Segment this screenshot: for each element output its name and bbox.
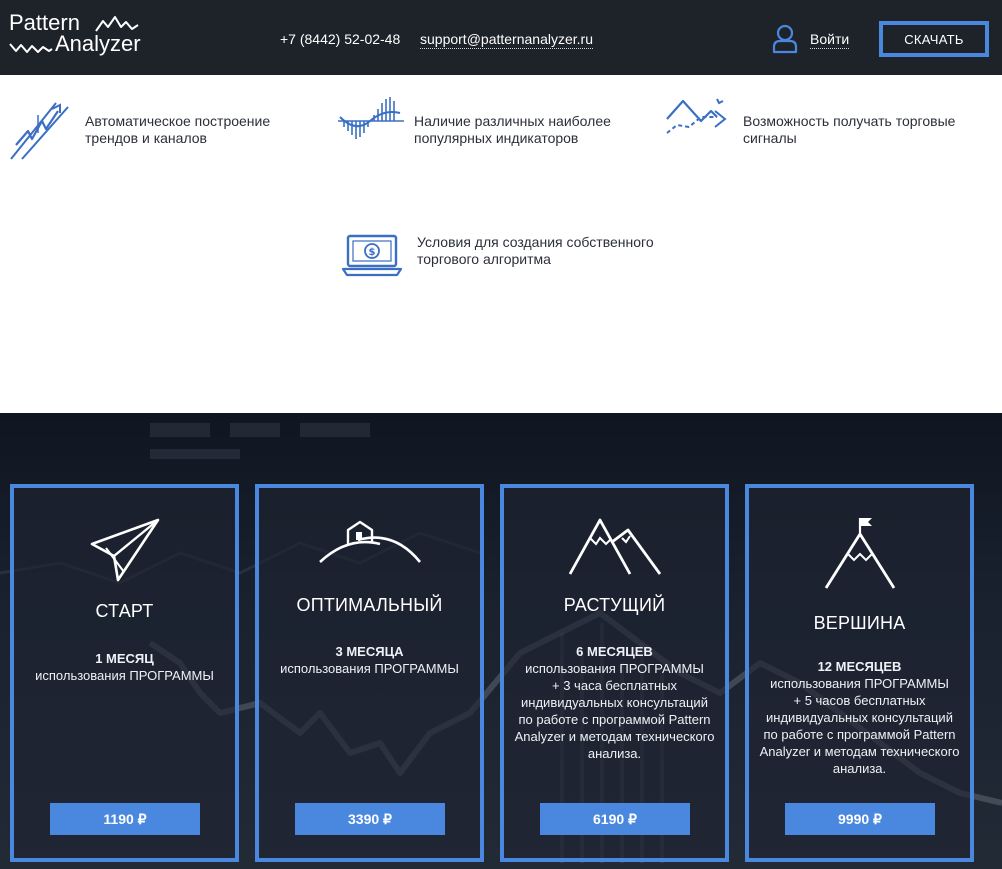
plan-title: СТАРТ: [95, 601, 154, 621]
plan-description-line: анализа.: [832, 761, 887, 776]
plan-card-growing: РАСТУЩИЙ 6 МЕСЯЦЕВ использования ПРОГРАМ…: [500, 484, 729, 862]
price-button[interactable]: 6190 ₽: [540, 803, 690, 835]
price-button[interactable]: 9990 ₽: [785, 803, 935, 835]
trend-channel-icon: [10, 102, 69, 160]
logo-text-analyzer: Analyzer: [55, 31, 141, 56]
pricing-section: СТАРТ 1 МЕСЯЦ использования ПРОГРАММЫ 11…: [0, 413, 1002, 869]
indicators-icon: [338, 97, 404, 139]
plan-card-start: СТАРТ 1 МЕСЯЦ использования ПРОГРАММЫ 11…: [10, 484, 239, 862]
plan-card-optimal: ОПТИМАЛЬНЫЙ 3 МЕСЯЦА использования ПРОГР…: [255, 484, 484, 862]
plan-card-summit: ВЕРШИНА 12 МЕСЯЦЕВ использования ПРОГРАМ…: [745, 484, 974, 862]
plan-duration: 12 МЕСЯЦЕВ: [817, 659, 902, 674]
plan-description-line: Analyzer и методам технического: [759, 744, 960, 759]
site-header: Pattern Analyzer +7 (8442) 52-02-48 supp…: [0, 0, 1002, 75]
feature-text-line: Условия для создания собственного: [417, 234, 654, 250]
plan-description: 1 МЕСЯЦ использования ПРОГРАММЫ: [22, 650, 227, 684]
download-button[interactable]: СКАЧАТЬ: [879, 21, 989, 57]
plan-description: 6 МЕСЯЦЕВ использования ПРОГРАММЫ + 3 ча…: [512, 643, 717, 762]
plan-description-line: + 5 часов бесплатных: [793, 693, 926, 708]
paper-plane-icon: [90, 518, 159, 582]
plan-description-line: индивидуальных консультаций: [521, 695, 708, 710]
plan-duration: 1 МЕСЯЦ: [95, 651, 154, 666]
feature-text-line: торгового алгоритма: [417, 251, 551, 267]
plan-description-line: Analyzer и методам технического: [514, 729, 715, 744]
plan-description-line: использования ПРОГРАММЫ: [35, 668, 214, 683]
plan-description-line: индивидуальных консультаций: [766, 710, 953, 725]
summit-flag-icon: [824, 518, 895, 589]
login-link[interactable]: Войти: [810, 30, 850, 49]
plan-duration: 3 МЕСЯЦА: [335, 644, 404, 659]
plan-duration: 6 МЕСЯЦЕВ: [576, 644, 653, 659]
plan-description-line: использования ПРОГРАММЫ: [770, 676, 949, 691]
plan-description-line: использования ПРОГРАММЫ: [280, 661, 459, 676]
plan-description-line: использования ПРОГРАММЫ: [525, 661, 704, 676]
plan-title: ОПТИМАЛЬНЫЙ: [296, 595, 443, 615]
feature-text-line: трендов и каналов: [85, 130, 207, 146]
user-icon[interactable]: [772, 24, 798, 54]
feature-text-line: сигналы: [743, 130, 797, 146]
plan-description-line: + 3 часа бесплатных: [552, 678, 677, 693]
svg-text:$: $: [369, 247, 376, 258]
feature-text-line: Возможность получать торговые: [743, 113, 956, 129]
price-button[interactable]: 1190 ₽: [50, 803, 200, 835]
mountains-icon: [568, 518, 661, 575]
feature-text-line: Наличие различных наиболее: [414, 113, 611, 129]
laptop-dollar-icon: $: [341, 234, 403, 277]
phone-number[interactable]: +7 (8442) 52-02-48: [280, 30, 400, 48]
plan-description: 3 МЕСЯЦА использования ПРОГРАММЫ: [267, 643, 472, 677]
plan-description: 12 МЕСЯЦЕВ использования ПРОГРАММЫ + 5 ч…: [757, 658, 962, 777]
feature-text-line: популярных индикаторов: [414, 130, 579, 146]
logo-wave-icon: [9, 43, 53, 53]
signals-icon: [666, 98, 727, 134]
house-on-hill-icon: [318, 520, 421, 563]
plan-description-line: по работе с программой Pattern: [763, 727, 956, 742]
plan-description-line: анализа.: [587, 746, 642, 761]
price-button[interactable]: 3390 ₽: [295, 803, 445, 835]
plan-description-line: по работе с программой Pattern: [518, 712, 711, 727]
plan-title: РАСТУЩИЙ: [563, 595, 666, 615]
plan-title: ВЕРШИНА: [813, 613, 906, 633]
feature-text-line: Автоматическое построение: [85, 113, 271, 129]
support-email-link[interactable]: support@patternanalyzer.ru: [420, 30, 593, 49]
